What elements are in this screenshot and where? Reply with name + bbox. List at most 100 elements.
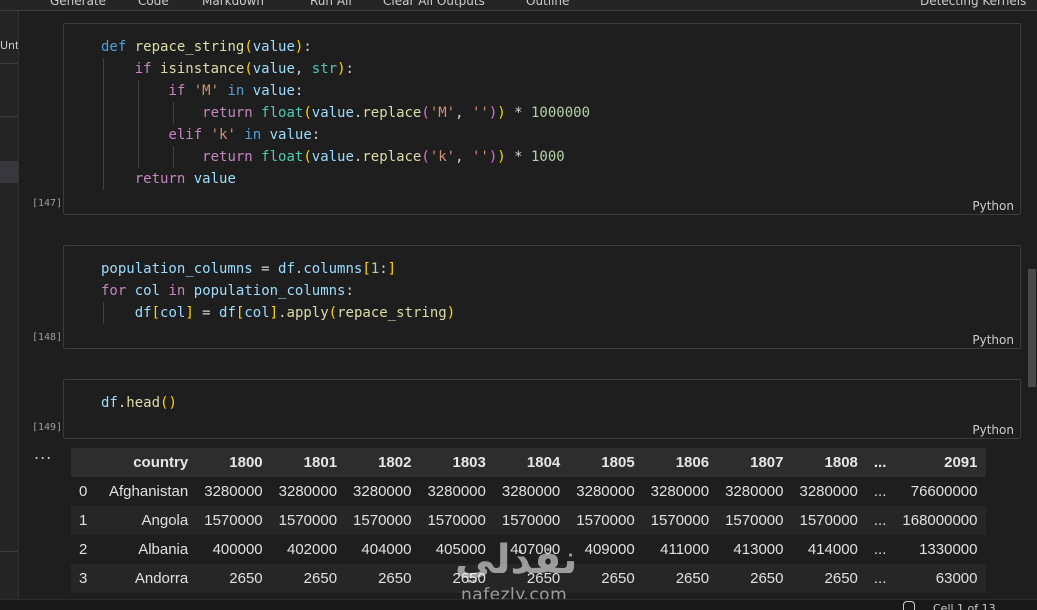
toolbar-outline-button[interactable]: Outline	[526, 0, 569, 8]
table-cell: 404000	[361, 541, 412, 558]
cell-language-label[interactable]: Python	[972, 333, 1014, 347]
table-cell: 2650	[750, 570, 784, 587]
table-cell: Andorra	[134, 570, 189, 587]
code-line: return float(value.replace('k', '')) * 1…	[202, 149, 565, 165]
column-header: 1801	[303, 454, 338, 471]
table-row: 1 Angola 1570000 1570000 1570000 1570000…	[71, 506, 986, 535]
code-editor[interactable]: population_columns = df.columns[1:] for c…	[101, 258, 455, 324]
table-cell: 1570000	[799, 512, 858, 529]
table-cell: 3280000	[725, 483, 784, 500]
table-cell: 1570000	[427, 512, 486, 529]
code-line: if isinstance(value, str):	[134, 61, 354, 77]
column-header	[71, 448, 101, 477]
code-line: return float(value.replace('M', '')) * 1…	[202, 105, 591, 121]
code-line: if 'M' in value:	[168, 83, 304, 99]
table-cell: 2650	[378, 570, 412, 587]
cell-exec-count: [149]	[32, 422, 63, 433]
table-cell: 3280000	[353, 483, 412, 500]
row-index: 3	[79, 570, 88, 587]
kernel-picker[interactable]: Detecting Kernels	[920, 0, 1026, 8]
scrollbar-thumb[interactable]	[1028, 269, 1036, 387]
cell-language-label[interactable]: Python	[972, 423, 1014, 437]
code-editor[interactable]: df.head()	[101, 392, 177, 414]
toolbar-generate-button[interactable]: Generate	[50, 0, 106, 8]
column-header: 1802	[378, 454, 412, 471]
output-more-actions-button[interactable]: ...	[34, 444, 52, 463]
table-cell: ...	[873, 512, 887, 529]
table-cell: 76600000	[910, 483, 978, 500]
table-cell: 1570000	[204, 512, 263, 529]
table-cell: 2650	[824, 570, 858, 587]
column-header: 1807	[750, 454, 784, 471]
code-cell[interactable]: population_columns = df.columns[1:] for c…	[63, 245, 1021, 349]
table-cell: 3280000	[501, 483, 561, 500]
table-cell: ...	[873, 570, 887, 587]
column-header: 1806	[675, 454, 710, 471]
column-header: country	[133, 454, 189, 471]
table-cell: 1570000	[576, 512, 635, 529]
code-line: return value	[134, 171, 236, 187]
code-cell[interactable]: df.head() Python	[63, 379, 1021, 439]
row-index: 1	[79, 512, 88, 529]
table-cell: 411000	[660, 541, 710, 558]
table-cell: 3280000	[650, 483, 710, 500]
code-cell[interactable]: def repace_string(value): if isinstance(…	[63, 23, 1021, 215]
table-cell: 168000000	[902, 512, 978, 529]
watermark-arabic-text: نفذلي	[455, 537, 578, 583]
table-cell: 3280000	[427, 483, 486, 500]
watermark-logo: نفذلي nafezly.com	[455, 537, 585, 607]
side-panel-divider	[0, 551, 18, 552]
table-cell: ...	[873, 483, 887, 500]
table-cell: 1570000	[725, 512, 784, 529]
vertical-scrollbar[interactable]	[1027, 11, 1037, 599]
side-panel: Untitled-1.ipynb	[0, 11, 19, 609]
code-line: df[col] = df[col].apply(repace_string)	[134, 305, 456, 321]
table-cell: 3280000	[204, 483, 263, 500]
table-cell: 3280000	[576, 483, 635, 500]
table-cell: 3280000	[278, 483, 338, 500]
code-line: def repace_string(value):	[101, 39, 312, 55]
side-panel-selected-row[interactable]	[0, 161, 18, 183]
status-bar: Cell 1 of 13	[0, 599, 1037, 610]
side-panel-tab[interactable]: Untitled-1.ipynb	[0, 31, 18, 61]
code-line: elif 'k' in value:	[168, 127, 321, 143]
table-cell: Angola	[141, 512, 189, 529]
column-header: 2091	[944, 454, 978, 471]
code-line: for col in population_columns:	[101, 283, 354, 299]
table-cell: 3280000	[799, 483, 858, 500]
side-panel-divider	[0, 63, 18, 64]
table-cell: 1570000	[278, 512, 338, 529]
column-header: 1805	[601, 454, 635, 471]
notebook-toolbar: Generate Code Markdown Run All Clear All…	[0, 0, 1037, 11]
table-cell: 2650	[303, 570, 338, 587]
column-header: ...	[873, 454, 887, 471]
code-line: df.head()	[101, 395, 177, 411]
toolbar-code-button[interactable]: Code	[138, 0, 169, 8]
cell-exec-count: [147]	[32, 198, 63, 209]
column-header: 1808	[824, 454, 858, 471]
toolbar-markdown-button[interactable]: Markdown	[202, 0, 264, 8]
table-cell: 1570000	[353, 512, 412, 529]
row-index: 2	[79, 541, 88, 558]
table-cell: Afghanistan	[109, 483, 189, 500]
toolbar-clear-outputs-button[interactable]: Clear All Outputs	[383, 0, 485, 8]
column-header: 1803	[452, 454, 486, 471]
table-header-row: country 1800 1801 1802 1803 1804 1805 18…	[71, 448, 986, 477]
table-cell: 414000	[807, 541, 858, 558]
table-cell: 2650	[675, 570, 710, 587]
table-cell: 402000	[286, 541, 338, 558]
column-header: 1804	[526, 454, 561, 471]
table-cell: 413000	[733, 541, 784, 558]
cell-language-label[interactable]: Python	[972, 199, 1014, 213]
code-line: population_columns = df.columns[1:]	[101, 261, 397, 277]
table-cell: 400000	[212, 541, 263, 558]
table-row: 0 Afghanistan 3280000 3280000 3280000 32…	[71, 477, 986, 506]
table-cell: Albania	[138, 541, 189, 558]
toolbar-run-all-button[interactable]: Run All	[310, 0, 352, 8]
table-cell: 1330000	[919, 541, 978, 558]
table-cell: 63000	[935, 570, 978, 587]
column-header: 1800	[229, 454, 263, 471]
row-index: 0	[79, 483, 88, 500]
table-cell: 1570000	[501, 512, 561, 529]
code-editor[interactable]: def repace_string(value): if isinstance(…	[101, 36, 590, 190]
